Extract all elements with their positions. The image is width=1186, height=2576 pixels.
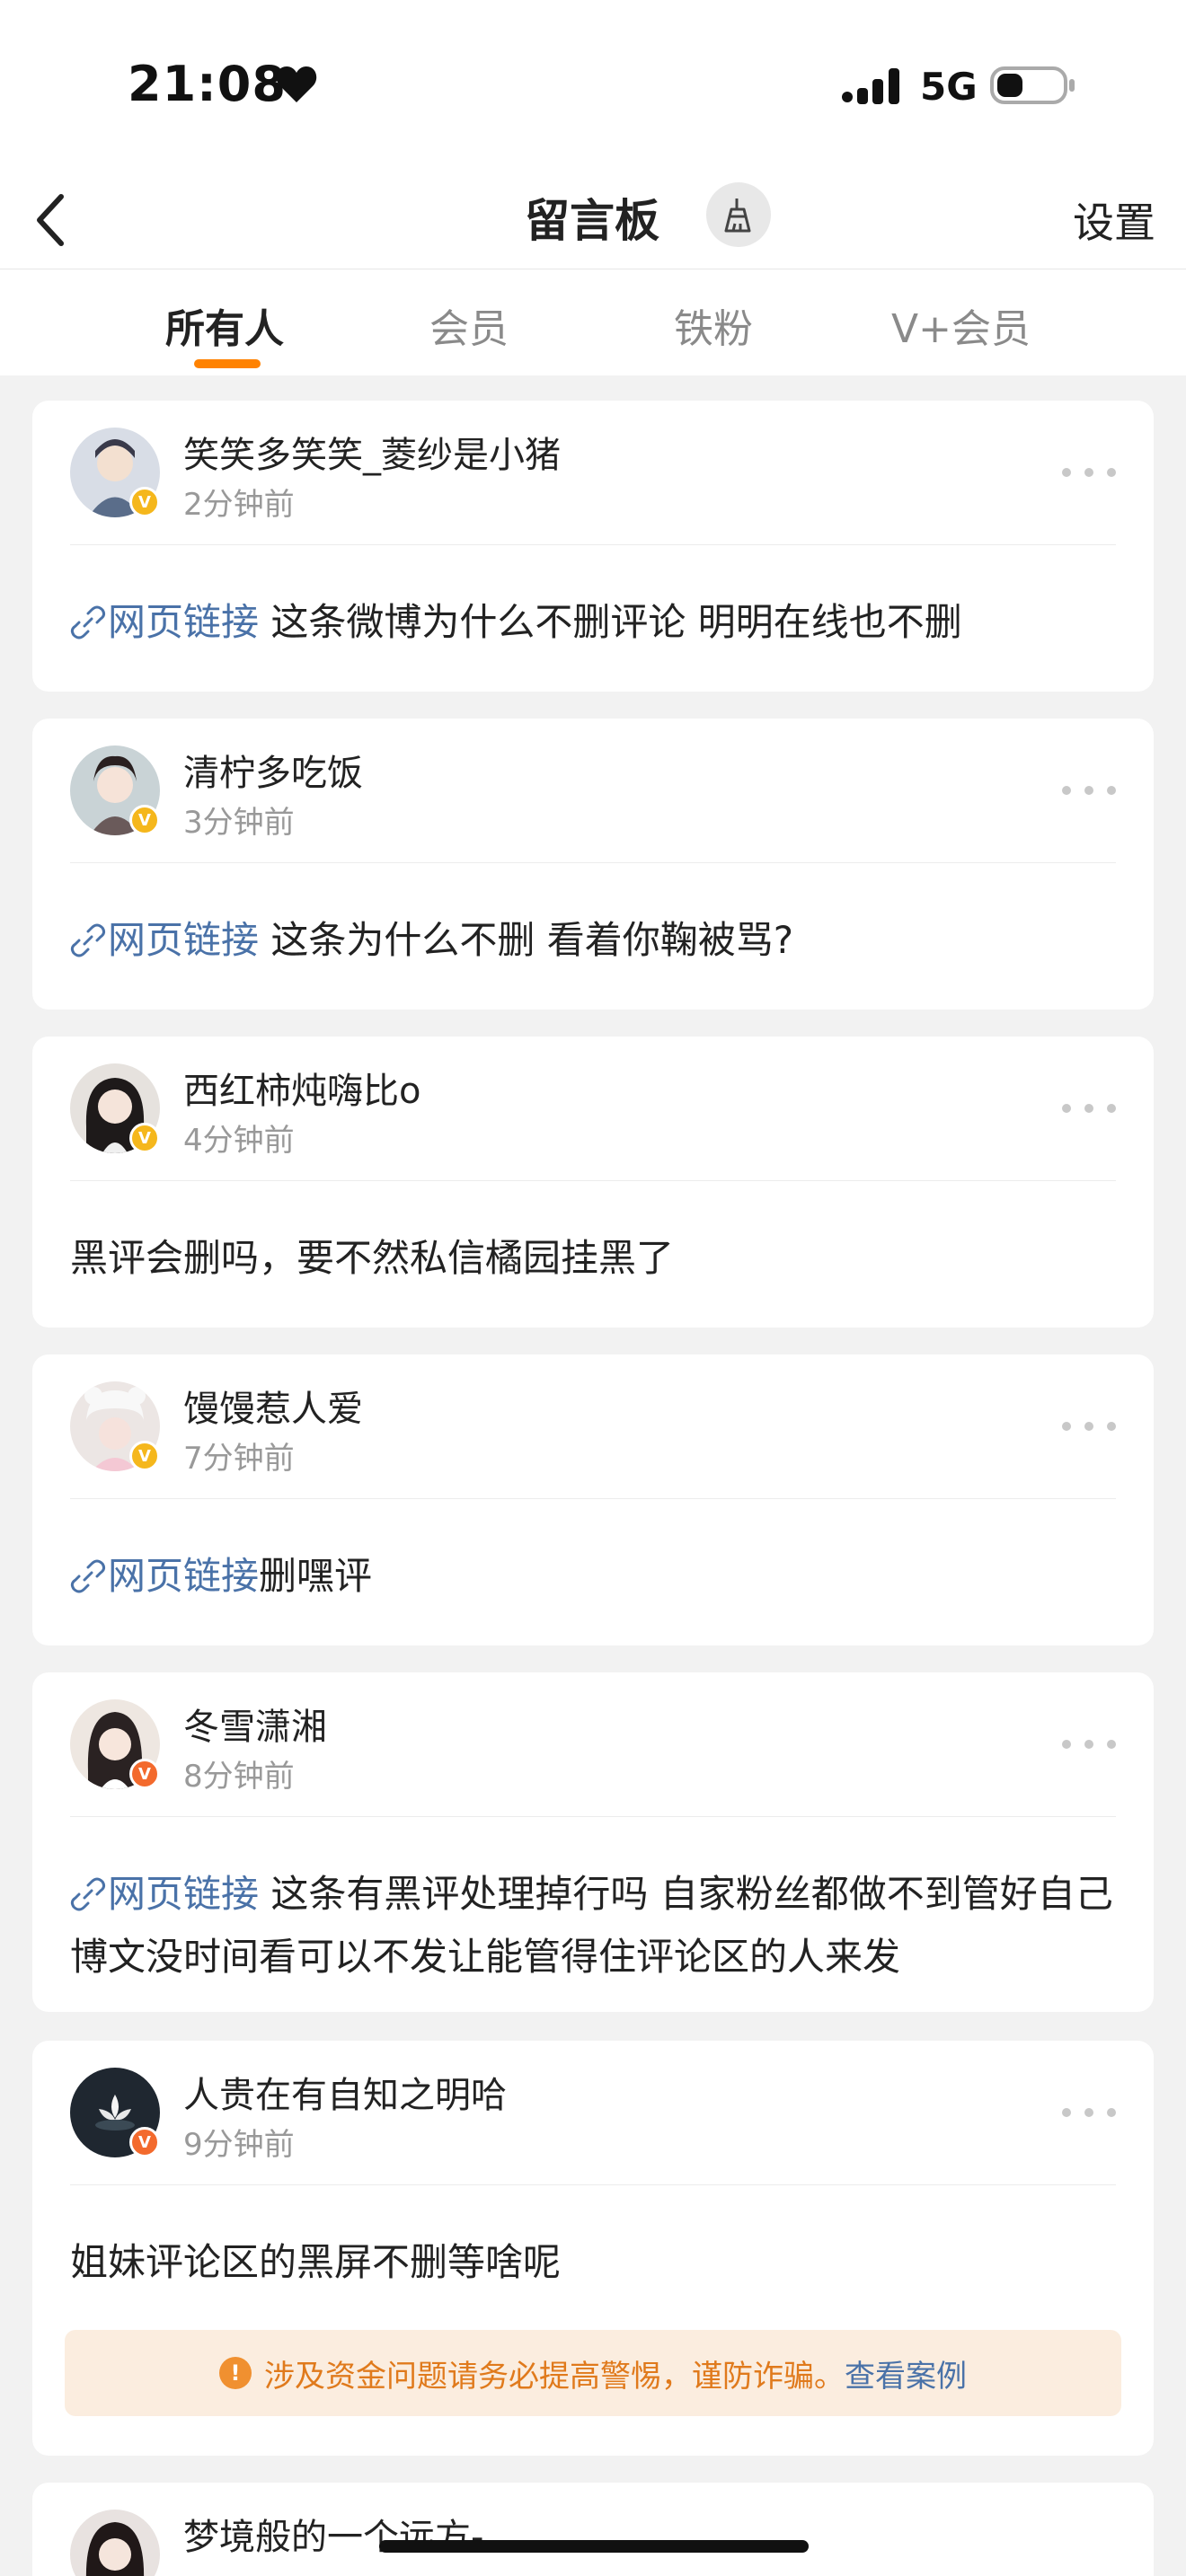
more-options-icon[interactable] xyxy=(1062,1101,1116,1116)
view-cases-link[interactable]: 查看案例 xyxy=(845,2351,967,2395)
clean-button[interactable] xyxy=(706,182,771,247)
tab-bar: 所有人 会员 铁粉 V+会员 xyxy=(0,269,1186,375)
link-icon xyxy=(70,605,106,640)
message-text: 黑评会删吗，要不然私信橘园挂黑了 xyxy=(70,1236,675,1280)
post-time: 3分钟前 xyxy=(183,805,295,841)
more-options-icon[interactable] xyxy=(1062,2105,1116,2120)
message-body: 姐妹评论区的黑屏不删等啥呢 xyxy=(70,2231,1116,2294)
message-body: 网页链接 这条微博为什么不删评论 明明在线也不删 xyxy=(70,591,1116,654)
web-link[interactable]: 网页链接 xyxy=(70,600,259,644)
web-link[interactable]: 网页链接 xyxy=(70,1872,259,1916)
divider xyxy=(70,1498,1116,1499)
username[interactable]: 冬雪潇湘 xyxy=(183,1698,327,1750)
tab-iron-fans[interactable]: 铁粉 xyxy=(674,296,753,354)
active-tab-indicator xyxy=(194,359,261,368)
verified-badge-icon: V xyxy=(129,2127,160,2157)
fraud-warning-banner: ! 涉及资金问题请务必提高警惕，谨防诈骗。 查看案例 xyxy=(65,2330,1121,2416)
message-card: V 清柠多吃饭 3分钟前 网页链接 这条为什么不删 看着你鞠被骂? xyxy=(32,719,1154,1010)
tab-everyone[interactable]: 所有人 xyxy=(165,296,284,354)
message-body: 黑评会删吗，要不然私信橘园挂黑了 xyxy=(70,1227,1116,1290)
web-link[interactable]: 网页链接 xyxy=(70,918,259,962)
tab-vplus-members[interactable]: V+会员 xyxy=(891,296,1031,354)
message-card: 梦境般的一个远方- xyxy=(32,2483,1154,2576)
link-icon xyxy=(70,923,106,957)
message-text: 删嘿评 xyxy=(259,1554,373,1598)
more-options-icon[interactable] xyxy=(1062,1419,1116,1434)
nav-bar: 留言板 设置 xyxy=(0,171,1186,269)
username[interactable]: 清柠多吃饭 xyxy=(183,744,363,796)
username[interactable]: 人贵在有自知之明哈 xyxy=(183,2066,507,2118)
post-time: 4分钟前 xyxy=(183,1123,295,1159)
tab-members[interactable]: 会员 xyxy=(429,296,509,354)
signal-icon xyxy=(842,68,899,104)
page-title: 留言板 xyxy=(525,195,659,247)
link-icon xyxy=(70,1559,106,1593)
divider xyxy=(70,862,1116,863)
message-card: V 冬雪潇湘 8分钟前 网页链接 这条有黑评处理掉行吗 自家粉丝都做不到管好自己… xyxy=(32,1672,1154,2012)
username[interactable]: 笑笑多笑笑_菱纱是小猪 xyxy=(183,426,561,478)
status-time: 21:08 xyxy=(128,56,287,112)
post-time: 2分钟前 xyxy=(183,487,295,523)
verified-badge-icon: V xyxy=(129,805,160,835)
message-body: 网页链接 这条有黑评处理掉行吗 自家粉丝都做不到管好自己博文没时间看可以不发让能… xyxy=(70,1863,1116,1989)
post-time: 8分钟前 xyxy=(183,1759,295,1795)
status-bar: 21:08 5G xyxy=(0,0,1186,171)
username[interactable]: 西红柿炖嗨比o xyxy=(183,1062,420,1114)
more-options-icon[interactable] xyxy=(1062,1737,1116,1751)
network-label: 5G xyxy=(920,65,978,109)
back-icon[interactable] xyxy=(25,184,79,256)
web-link[interactable]: 网页链接 xyxy=(70,1554,259,1598)
link-icon xyxy=(70,1877,106,1911)
home-indicator[interactable] xyxy=(379,2540,809,2553)
settings-button[interactable]: 设置 xyxy=(1073,190,1155,250)
info-icon: ! xyxy=(219,2357,252,2389)
heart-icon xyxy=(276,66,317,102)
post-time: 7分钟前 xyxy=(183,1441,295,1477)
message-card: V 馒馒惹人爱 7分钟前 网页链接删嘿评 xyxy=(32,1354,1154,1645)
verified-badge-icon: V xyxy=(129,1123,160,1153)
verified-badge-icon: V xyxy=(129,1441,160,1471)
avatar[interactable] xyxy=(70,2510,160,2576)
message-text: 这条微博为什么不删评论 明明在线也不删 xyxy=(259,600,962,644)
username[interactable]: 馒馒惹人爱 xyxy=(183,1380,363,1432)
battery-icon xyxy=(990,66,1075,104)
divider xyxy=(70,544,1116,545)
broom-icon xyxy=(724,198,751,233)
divider xyxy=(70,1816,1116,1817)
post-time: 9分钟前 xyxy=(183,2127,295,2163)
more-options-icon[interactable] xyxy=(1062,465,1116,480)
warning-text: 涉及资金问题请务必提高警惕，谨防诈骗。 xyxy=(264,2358,845,2395)
message-card: V 人贵在有自知之明哈 9分钟前 姐妹评论区的黑屏不删等啥呢 ! 涉及资金问题请… xyxy=(32,2041,1154,2456)
verified-badge-icon: V xyxy=(129,1759,160,1789)
verified-badge-icon: V xyxy=(129,487,160,517)
message-body: 网页链接删嘿评 xyxy=(70,1545,1116,1608)
message-card: V 笑笑多笑笑_菱纱是小猪 2分钟前 网页链接 这条微博为什么不删评论 明明在线… xyxy=(32,401,1154,692)
message-text: 这条为什么不删 看着你鞠被骂? xyxy=(259,918,794,962)
divider xyxy=(70,2184,1116,2185)
more-options-icon[interactable] xyxy=(1062,783,1116,798)
message-text: 姐妹评论区的黑屏不删等啥呢 xyxy=(70,2240,562,2284)
message-card: V 西红柿炖嗨比o 4分钟前 黑评会删吗，要不然私信橘园挂黑了 xyxy=(32,1037,1154,1328)
divider xyxy=(70,1180,1116,1181)
message-body: 网页链接 这条为什么不删 看着你鞠被骂? xyxy=(70,909,1116,972)
